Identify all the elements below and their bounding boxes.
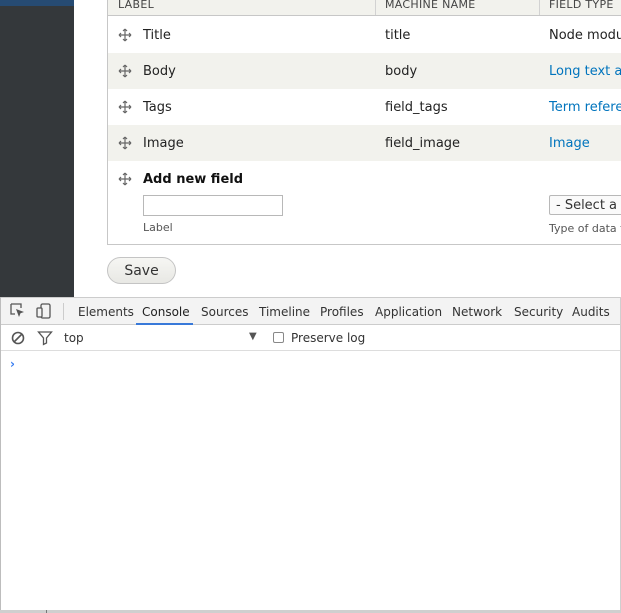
header-field-type: FIELD TYPE [549, 0, 614, 11]
page-viewport: LABEL MACHINE NAME FIELD TYPE Title titl… [0, 0, 621, 297]
tab-console[interactable]: Console [142, 305, 190, 319]
drag-handle-icon[interactable] [118, 100, 132, 114]
field-label: Body [143, 64, 176, 79]
console-toolbar: top ▼ Preserve log [0, 325, 621, 351]
header-divider [375, 0, 376, 15]
table-row: Title title Node module element [108, 17, 621, 53]
admin-sidebar [0, 0, 74, 297]
add-new-field-row: Add new field Label - Select a field typ… [108, 161, 621, 245]
preserve-log-checkbox[interactable] [273, 332, 284, 343]
sidebar-top-bar [0, 0, 74, 6]
field-type: Node module element [549, 28, 621, 43]
header-machine-name: MACHINE NAME [385, 0, 476, 11]
field-machine-name: field_tags [385, 100, 448, 115]
drag-handle-icon[interactable] [118, 136, 132, 150]
device-toolbar-icon[interactable] [36, 303, 52, 319]
field-type-link[interactable]: Term reference [549, 100, 621, 115]
field-type-link[interactable]: Image [549, 136, 590, 151]
field-label: Title [143, 28, 171, 43]
context-selector[interactable]: top [64, 331, 84, 345]
header-label: LABEL [118, 0, 155, 11]
field-machine-name: title [385, 28, 411, 43]
field-type-select[interactable]: - Select a field type - [549, 195, 621, 215]
tab-application[interactable]: Application [375, 305, 442, 319]
console-output[interactable]: › [0, 351, 621, 613]
save-button[interactable]: Save [107, 257, 176, 284]
field-machine-name: body [385, 64, 418, 79]
tab-security[interactable]: Security [514, 305, 563, 319]
dropdown-arrow-icon[interactable]: ▼ [249, 331, 257, 342]
table-header: LABEL MACHINE NAME FIELD TYPE [108, 0, 621, 16]
devtools-tabbar: Elements Console Sources Timeline Profil… [0, 297, 621, 325]
drag-handle-icon[interactable] [118, 172, 132, 186]
new-field-label-input[interactable] [143, 195, 283, 216]
window-edge [0, 297, 1, 613]
table-row: Body body Long text and summary [108, 53, 621, 89]
table-row: Tags field_tags Term reference [108, 89, 621, 125]
app-root: LABEL MACHINE NAME FIELD TYPE Title titl… [0, 0, 621, 613]
drag-handle-icon[interactable] [118, 64, 132, 78]
new-field-label-description: Label [143, 221, 173, 234]
console-prompt-icon: › [10, 357, 15, 371]
fields-table: LABEL MACHINE NAME FIELD TYPE Title titl… [107, 0, 621, 245]
clear-console-icon[interactable] [10, 330, 26, 346]
add-new-field-title: Add new field [143, 172, 244, 187]
filter-icon[interactable] [37, 330, 53, 346]
drag-handle-icon[interactable] [118, 28, 132, 42]
field-label: Image [143, 136, 184, 151]
header-divider [539, 0, 540, 15]
field-type-link[interactable]: Long text and summary [549, 64, 621, 79]
tab-timeline[interactable]: Timeline [259, 305, 310, 319]
table-row: Image field_image Image [108, 125, 621, 161]
field-type-description: Type of data to store. [549, 222, 621, 235]
tab-sources[interactable]: Sources [201, 305, 248, 319]
devtools-panel: Elements Console Sources Timeline Profil… [0, 297, 621, 613]
inspect-element-icon[interactable] [10, 303, 26, 319]
field-label: Tags [143, 100, 172, 115]
tab-audits[interactable]: Audits [572, 305, 610, 319]
field-machine-name: field_image [385, 136, 461, 151]
tab-profiles[interactable]: Profiles [320, 305, 364, 319]
toolbar-divider [63, 303, 64, 320]
tab-elements[interactable]: Elements [78, 305, 134, 319]
preserve-log-label[interactable]: Preserve log [291, 331, 365, 345]
tab-network[interactable]: Network [452, 305, 502, 319]
